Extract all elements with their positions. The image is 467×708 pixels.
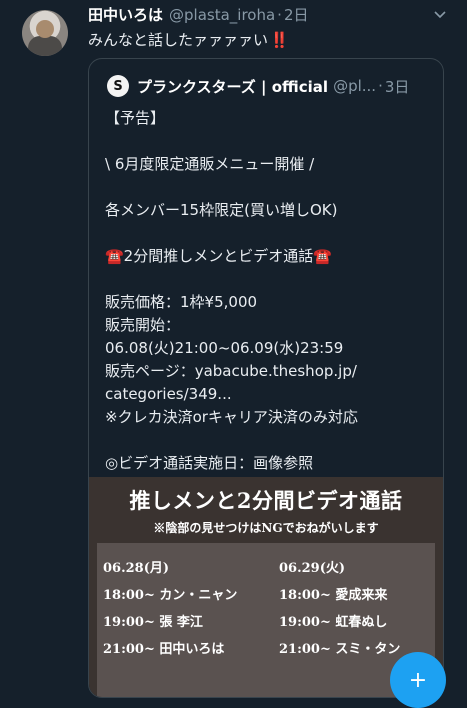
quoted-line-gap xyxy=(105,429,435,452)
quoted-line: 販売価格：1枠¥5,000 xyxy=(105,293,258,311)
quoted-timestamp[interactable]: 3日 xyxy=(385,76,410,97)
timestamp[interactable]: 2日 xyxy=(284,4,309,25)
schedule-slot: 21:00~ 田中いろは xyxy=(103,642,225,657)
quoted-line-gap xyxy=(105,222,435,245)
separator-dot: · xyxy=(277,6,282,24)
quoted-line: ※クレカ決済orキャリア決済のみ対応 xyxy=(105,408,358,426)
quoted-line-gap xyxy=(105,176,435,199)
avatar-body xyxy=(28,36,62,56)
quoted-line-gap xyxy=(105,268,435,291)
quoted-link-line[interactable]: categories/349... xyxy=(105,383,435,406)
quoted-handle[interactable]: @pl... xyxy=(333,77,376,95)
tweet-text: みんなと話したァァァァい ‼️ xyxy=(88,29,289,50)
quoted-line: 販売開始： xyxy=(105,316,181,334)
schedule-day-1: 06.28(月) 18:00~ カン・ニャン 19:00~ 張 李江 21:00… xyxy=(103,555,237,663)
quoted-display-name[interactable]: プランクスターズ | official xyxy=(137,76,328,97)
quoted-tweet[interactable]: S プランクスターズ | official @pl... · 3日 【予告】 \… xyxy=(88,58,444,698)
tweet-header: 田中いろは @plasta_iroha · 2日 xyxy=(88,4,309,28)
quoted-header: S プランクスターズ | official @pl... · 3日 xyxy=(107,74,409,98)
chevron-down-icon[interactable] xyxy=(434,10,446,20)
schedule-date: 06.28(月) xyxy=(103,561,170,576)
quoted-link-line[interactable]: 販売ページ：yabacube.theshop.jp/ xyxy=(105,360,435,383)
schedule-slot: 21:00~ スミ・タン xyxy=(279,642,401,657)
schedule-slot: 19:00~ 虹春ぬし xyxy=(279,615,388,630)
media-title: 推しメンと2分間ビデオ通話 xyxy=(129,488,403,513)
separator-dot: · xyxy=(378,77,383,95)
avatar[interactable] xyxy=(22,10,68,56)
compose-button[interactable]: + xyxy=(390,652,446,708)
quoted-line: ☎️2分間推しメンとビデオ通話☎️ xyxy=(105,247,332,265)
double-exclamation-icon: ‼️ xyxy=(270,31,289,49)
quoted-media-image[interactable]: 推しメンと2分間ビデオ通話 ※陰部の見せつけはNGでおねがいします 06.28(… xyxy=(89,477,443,697)
quoted-line: 【予告】 xyxy=(105,109,166,127)
quoted-line: ◎ビデオ通話実施日：画像参照 xyxy=(105,454,314,472)
schedule-slot: 19:00~ 張 李江 xyxy=(103,615,203,630)
tweet-text-body: みんなと話したァァァァい xyxy=(88,31,269,49)
media-subtitle: ※陰部の見せつけはNGでおねがいします xyxy=(153,521,379,535)
tweet[interactable]: 田中いろは @plasta_iroha · 2日 みんなと話したァァァァい ‼️ … xyxy=(0,0,467,708)
quoted-line: 各メンバー15枠限定(買い増しOK) xyxy=(105,201,338,219)
user-handle[interactable]: @plasta_iroha xyxy=(169,6,275,24)
schedule-day-2: 06.29(火) 18:00~ 愛成来来 19:00~ 虹春ぬし 21:00~ … xyxy=(279,555,400,663)
quoted-line: \ 6月度限定通販メニュー開催 / xyxy=(105,155,315,173)
quoted-text: 【予告】 \ 6月度限定通販メニュー開催 / 各メンバー15枠限定(買い増しOK… xyxy=(105,107,435,475)
schedule-date: 06.29(火) xyxy=(279,561,346,576)
quoted-line-gap xyxy=(105,130,435,153)
avatar-head xyxy=(36,20,54,38)
schedule-slot: 18:00~ カン・ニャン xyxy=(103,588,238,603)
display-name[interactable]: 田中いろは xyxy=(88,4,163,25)
quoted-avatar[interactable]: S xyxy=(107,75,129,97)
quoted-line: 06.08(火)21:00~06.09(水)23:59 xyxy=(105,339,344,357)
compose-icon: + xyxy=(408,667,428,693)
schedule-slot: 18:00~ 愛成来来 xyxy=(279,588,388,603)
